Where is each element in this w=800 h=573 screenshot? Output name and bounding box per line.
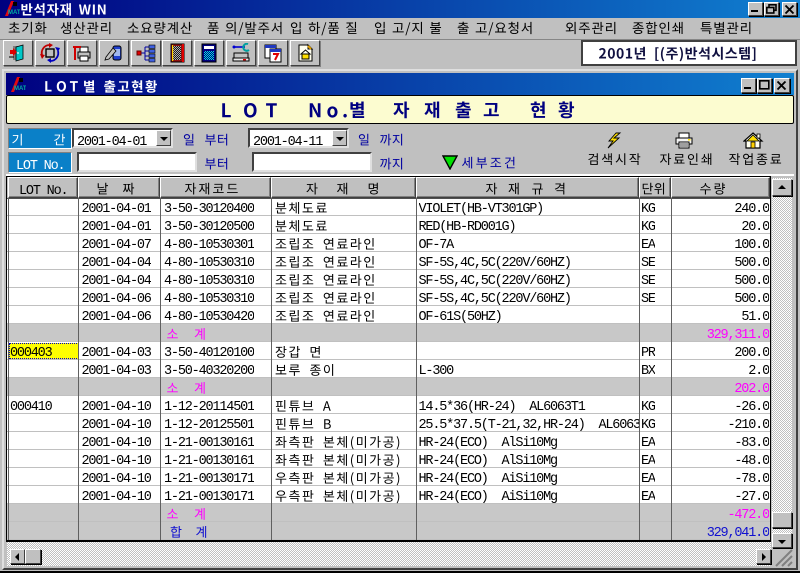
svg-text:MAT: MAT — [8, 10, 20, 16]
svg-text:MAT: MAT — [14, 86, 26, 92]
